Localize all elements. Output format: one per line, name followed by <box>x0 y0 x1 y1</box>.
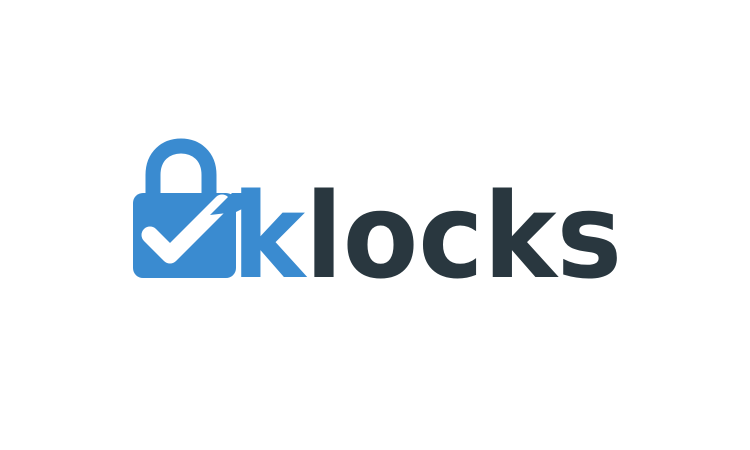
wordmark: klocks <box>232 167 622 305</box>
page: klocks <box>0 0 750 450</box>
padlock-icon <box>133 138 244 278</box>
padlock-shackle <box>145 138 217 196</box>
wordmark-k: k <box>232 167 307 305</box>
klocks-logo: klocks <box>133 138 622 305</box>
wordmark-rest: locks <box>305 167 622 305</box>
